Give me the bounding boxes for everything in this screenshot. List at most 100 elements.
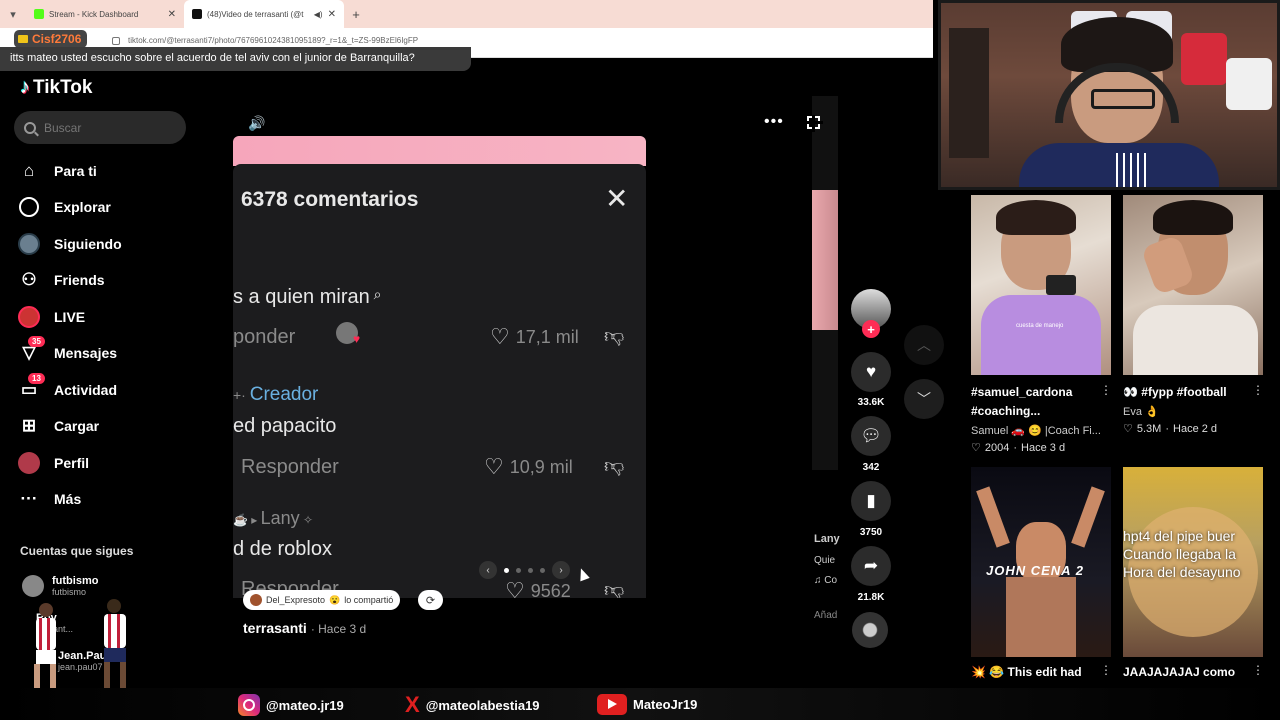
save-button[interactable]: ▮: [851, 481, 891, 521]
carousel-dot[interactable]: [528, 567, 533, 573]
sidebar-item-mensajes[interactable]: ▽ 35 Mensajes: [18, 336, 117, 368]
more-dots-icon: ···: [20, 489, 38, 508]
save-count: 3750: [859, 527, 883, 538]
more-options-icon[interactable]: •••: [764, 113, 784, 131]
browser-tab-bar: ▾ Stream - Kick Dashboard ✕ (48)Video de…: [0, 0, 933, 28]
social-instagram: @mateo.jr19: [238, 694, 344, 716]
close-tab-icon[interactable]: ✕: [168, 9, 176, 20]
comment-text: ed papacito: [233, 415, 337, 437]
speaker-icon[interactable]: ◀): [314, 10, 323, 19]
tiktok-logo[interactable]: ♪ TikTok: [20, 76, 92, 99]
follow-plus-icon[interactable]: +: [862, 320, 880, 338]
comment-button[interactable]: 💬︎: [851, 416, 891, 456]
rec-title[interactable]: JAAJAJAJAJ como: [1123, 663, 1248, 682]
share-button[interactable]: ➦: [851, 546, 891, 586]
volume-icon[interactable]: 🔊: [248, 115, 265, 132]
search-input[interactable]: [44, 120, 164, 135]
tab-kick-dashboard[interactable]: Stream - Kick Dashboard ✕: [26, 0, 184, 28]
friends-icon: ⚇: [21, 270, 37, 289]
post-time: · Hace 3 d: [310, 622, 367, 636]
like-button[interactable]: ♥: [851, 352, 891, 392]
next-photo-button[interactable]: ›: [552, 561, 570, 579]
tiktok-note-icon: ♪: [20, 76, 30, 98]
creator-label: +· Creador: [233, 384, 319, 405]
url-text[interactable]: tiktok.com/@terrasanti7/photo/7676961024…: [128, 36, 418, 45]
dislike-icon: 👎︎: [604, 579, 625, 598]
prev-photo-button[interactable]: ‹: [479, 561, 497, 579]
following-item[interactable]: futbismo futbismo: [22, 575, 98, 597]
comment-text: d de roblox: [233, 538, 332, 560]
upload-icon: ⊞: [21, 416, 37, 435]
heart-outline-icon: ♡: [505, 578, 525, 598]
rec-title[interactable]: 💥 😂 This edit had: [971, 663, 1096, 682]
comment-bubble-icon: 💬︎: [860, 426, 882, 445]
comment-reply-label: Responder: [241, 456, 339, 478]
avatar: [22, 575, 44, 597]
photo-pink-header: [233, 136, 646, 166]
carousel-dot[interactable]: [540, 567, 545, 573]
previous-video-button[interactable]: ︿: [904, 325, 944, 365]
tiktok-favicon-icon: [192, 9, 202, 19]
sidebar-item-live[interactable]: LIVE: [18, 302, 85, 332]
rec-thumbnail[interactable]: JOHN CENA 2: [971, 467, 1111, 657]
fullscreen-icon[interactable]: [806, 115, 823, 132]
bookmark-icon: ▮: [866, 491, 876, 510]
more-options-icon[interactable]: ⋮: [1100, 383, 1112, 397]
like-count: 33.6K: [857, 397, 885, 408]
live-icon: [18, 306, 40, 328]
shared-by-pill[interactable]: Del_Expresoto 😮 lo compartió: [243, 590, 401, 610]
new-tab-button[interactable]: +: [344, 7, 368, 22]
next-photo-preview-image: [812, 190, 838, 330]
search-bar[interactable]: [14, 111, 186, 144]
sidebar-item-explorar[interactable]: Explorar: [18, 192, 111, 222]
more-options-icon[interactable]: ⋮: [1100, 663, 1112, 677]
profile-avatar-icon: [18, 452, 40, 474]
heart-outline-icon: ♡: [971, 442, 981, 454]
following-avatar-icon: [18, 233, 40, 255]
rec-thumbnail[interactable]: cuesta de manejo: [971, 195, 1111, 375]
next-video-button[interactable]: ﹀: [904, 379, 944, 419]
rec-thumbnail[interactable]: [1123, 195, 1263, 375]
sidebar-item-para-ti[interactable]: ⌂ Para ti: [18, 156, 97, 186]
rec-thumbnail[interactable]: hpt4 del pipe buer Cuando llegaba la Hor…: [1123, 467, 1263, 657]
sidebar-item-friends[interactable]: ⚇ Friends: [18, 265, 104, 295]
sidebar-item-cargar[interactable]: ⊞ Cargar: [18, 411, 99, 441]
rec-author[interactable]: Eva 👌: [1123, 405, 1159, 418]
messages-icon: ▽ 35: [18, 336, 45, 364]
carousel-dot[interactable]: [516, 567, 521, 573]
instagram-icon: [238, 694, 260, 716]
sidebar-item-mas[interactable]: ··· Más: [18, 484, 82, 514]
author-name[interactable]: terrasanti: [243, 620, 307, 636]
comments-count-title: 6378 comentarios: [241, 188, 419, 211]
next-post-author: Lany: [814, 533, 840, 545]
sidebar-item-perfil[interactable]: Perfil: [18, 448, 89, 478]
heart-icon: ♥: [865, 362, 877, 381]
more-options-icon[interactable]: ⋮: [1252, 663, 1264, 677]
screenshot-comments-panel: 6378 comentarios ✕ s a quien miran ⌕ pon…: [233, 164, 646, 598]
rec-stats: ♡ 5.3M · Hace 2 d: [1123, 422, 1218, 436]
music-disc-icon[interactable]: [852, 612, 888, 648]
youtube-icon: [597, 694, 627, 715]
compass-icon: [18, 196, 40, 218]
site-info-icon[interactable]: [112, 37, 120, 45]
carousel-dot[interactable]: [504, 567, 509, 573]
messages-badge: 35: [28, 336, 45, 347]
rec-title[interactable]: #samuel_cardona #coaching...: [971, 383, 1096, 421]
sidebar-item-actividad[interactable]: ▭ 13 Actividad: [18, 373, 117, 405]
home-icon: ⌂: [23, 161, 35, 180]
chat-user-badge: Cisf2706: [14, 30, 88, 48]
chat-message: itts mateo usted escucho sobre el acuerd…: [0, 47, 471, 71]
tab-list-icon[interactable]: ▾: [0, 0, 26, 28]
tab-tiktok-video[interactable]: (48)Video de terrasanti (@t ◀) ✕: [184, 0, 344, 28]
next-post-add: Añad: [814, 610, 838, 621]
close-tab-icon[interactable]: ✕: [328, 9, 336, 20]
chevron-up-icon: ︿: [917, 337, 931, 353]
rec-title[interactable]: 👀 #fypp #football: [1123, 383, 1248, 402]
repost-icon[interactable]: ⟳: [418, 590, 443, 610]
sidebar-item-siguiendo[interactable]: Siguiendo: [18, 229, 122, 259]
comment-likes: ♡ 17,1 mil: [490, 324, 579, 349]
rec-author[interactable]: Samuel 🚗 😊 |Coach Fi...: [971, 424, 1101, 437]
more-options-icon[interactable]: ⋮: [1252, 383, 1264, 397]
crown-icon: [18, 35, 28, 43]
webcam-overlay: [938, 0, 1280, 190]
